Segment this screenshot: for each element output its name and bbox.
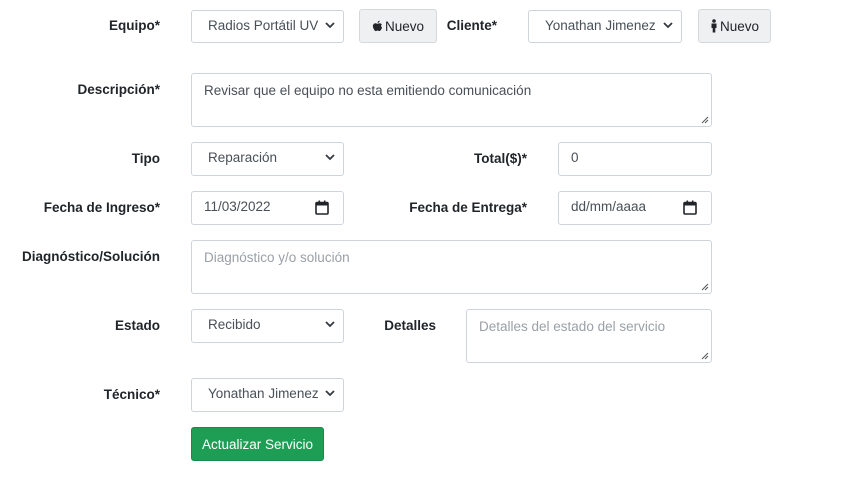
calendar-icon[interactable] [683,200,697,215]
fecha-entrega-placeholder: dd/mm/aaaa [571,199,647,214]
tecnico-label: Técnico* [103,387,160,402]
detalles-textarea[interactable]: Detalles del estado del servicio [466,309,712,363]
total-value: 0 [571,150,579,165]
tecnico-select-value: Yonathan Jimenez [208,386,319,401]
chevron-down-icon [663,22,673,29]
equipo-label: Equipo* [109,18,160,33]
resize-grip-icon[interactable] [700,282,709,291]
descripcion-textarea[interactable]: Revisar que el equipo no esta emitiendo … [191,73,712,127]
equipo-nuevo-label: Nuevo [384,18,425,34]
tipo-select-value: Reparación [208,150,278,165]
descripcion-label: Descripción* [77,82,160,97]
detalles-placeholder: Detalles del estado del servicio [479,319,666,334]
fecha-entrega-input[interactable]: dd/mm/aaaa [558,191,712,225]
cliente-label: Cliente* [446,18,497,33]
fecha-entrega-label: Fecha de Entrega* [409,200,527,215]
tecnico-select[interactable]: Yonathan Jimenez [191,378,344,412]
estado-select[interactable]: Recibido [191,309,344,343]
chevron-down-icon [325,154,335,161]
equipo-nuevo-button[interactable]: Nuevo [359,9,437,43]
fecha-ingreso-input[interactable]: 11/03/2022 [191,191,344,225]
estado-select-value: Recibido [208,317,261,332]
chevron-down-icon [325,390,335,397]
resize-grip-icon[interactable] [700,115,709,124]
diagnostico-placeholder: Diagnóstico y/o solución [204,250,350,265]
cliente-select[interactable]: Yonathan Jimenez [528,10,682,43]
equipo-select-value: Radios Portátil UV [208,18,319,33]
apple-icon [372,20,383,31]
cliente-nuevo-label: Nuevo [719,18,760,34]
resize-grip-icon[interactable] [700,351,709,360]
diagnostico-label: Diagnóstico/Solución [21,249,160,264]
fecha-ingreso-value: 11/03/2022 [204,199,271,214]
fecha-ingreso-label: Fecha de Ingreso* [43,200,160,215]
actualizar-servicio-button[interactable]: Actualizar Servicio [191,427,324,461]
calendar-icon[interactable] [315,200,329,215]
equipo-select[interactable]: Radios Portátil UV [191,10,344,43]
descripcion-value: Revisar que el equipo no esta emitiendo … [204,83,532,98]
diagnostico-textarea[interactable]: Diagnóstico y/o solución [191,240,712,294]
chevron-down-icon [325,321,335,328]
cliente-select-value: Yonathan Jimenez [545,18,656,33]
estado-label: Estado [114,318,160,333]
detalles-label: Detalles [384,318,436,333]
total-input[interactable]: 0 [558,142,712,176]
tipo-select[interactable]: Reparación [191,142,344,176]
chevron-down-icon [325,22,335,29]
person-icon [711,19,717,33]
total-label: Total($)* [474,151,527,166]
cliente-nuevo-button[interactable]: Nuevo [698,9,771,43]
tipo-label: Tipo [131,151,160,166]
